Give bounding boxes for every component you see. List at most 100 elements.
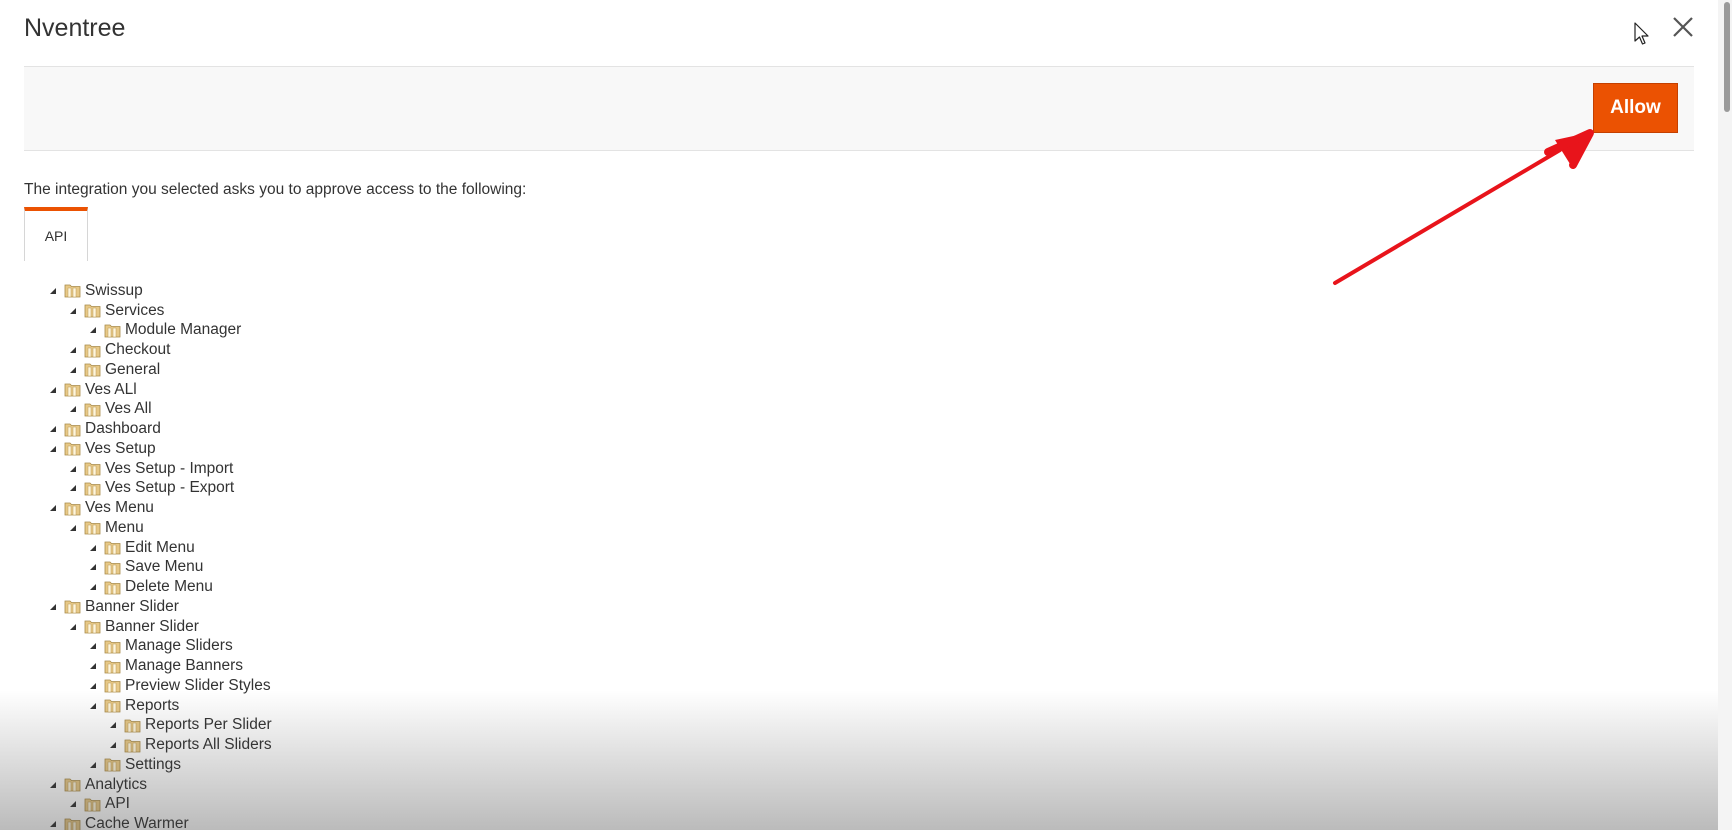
expanded-triangle-icon[interactable] [70, 465, 76, 472]
folder-icon [64, 778, 81, 792]
folder-icon [104, 679, 121, 693]
mouse-pointer-icon [1634, 22, 1649, 45]
folder-icon [84, 403, 101, 417]
tree-node[interactable]: Module Manager [0, 321, 272, 341]
expanded-triangle-icon[interactable] [90, 327, 96, 334]
folder-icon [64, 600, 81, 614]
tree-node[interactable]: Services [0, 301, 272, 321]
tree-node[interactable]: Ves Setup - Import [0, 459, 272, 479]
tree-node[interactable]: Swissup [0, 281, 272, 301]
folder-icon [104, 324, 121, 338]
folder-icon [104, 581, 121, 595]
folder-icon [84, 304, 101, 318]
tree-node[interactable]: Ves ALl [0, 380, 272, 400]
expanded-triangle-icon[interactable] [110, 722, 116, 729]
tree-node[interactable]: Manage Banners [0, 656, 272, 676]
tree-node-label: Analytics [85, 775, 148, 793]
expanded-triangle-icon[interactable] [50, 821, 56, 828]
expanded-triangle-icon[interactable] [90, 544, 96, 551]
folder-icon [104, 660, 121, 674]
tab-api[interactable]: API [24, 207, 88, 261]
folder-icon [64, 442, 81, 456]
folder-icon [84, 344, 101, 358]
folder-icon [84, 462, 101, 476]
tree-node[interactable]: Reports [0, 696, 272, 716]
folder-icon [64, 383, 81, 397]
tree-node[interactable]: Ves Menu [0, 498, 272, 518]
folder-icon [104, 541, 121, 555]
folder-icon [84, 798, 101, 812]
tree-node[interactable]: Ves Setup [0, 439, 272, 459]
tree-node[interactable]: Menu [0, 518, 272, 538]
expanded-triangle-icon[interactable] [50, 386, 56, 393]
tree-node-label: Ves Menu [85, 499, 154, 517]
expanded-triangle-icon[interactable] [70, 347, 76, 354]
expanded-triangle-icon[interactable] [50, 781, 56, 788]
expanded-triangle-icon[interactable] [90, 584, 96, 591]
tree-node-label: Checkout [105, 341, 171, 359]
expanded-triangle-icon[interactable] [70, 485, 76, 492]
tree-node-label: Preview Slider Styles [125, 676, 271, 694]
expanded-triangle-icon[interactable] [70, 801, 76, 808]
folder-icon [124, 719, 141, 733]
expanded-triangle-icon[interactable] [70, 623, 76, 630]
expanded-triangle-icon[interactable] [90, 761, 96, 768]
resource-tree: Swissup Services Module Manager Checkout Gen… [0, 281, 272, 830]
tree-node-label: Manage Sliders [125, 637, 233, 655]
expanded-triangle-icon[interactable] [90, 702, 96, 709]
scrollbar-track[interactable] [1718, 0, 1732, 830]
allow-button[interactable]: Allow [1593, 83, 1678, 133]
expanded-triangle-icon[interactable] [70, 406, 76, 413]
tree-node[interactable]: Ves Setup - Export [0, 479, 272, 499]
tree-node[interactable]: General [0, 360, 272, 380]
tree-node-label: Dashboard [85, 420, 161, 438]
tree-node-label: Delete Menu [125, 578, 213, 596]
tree-node[interactable]: Banner Slider [0, 597, 272, 617]
folder-icon [64, 818, 81, 830]
folder-icon [124, 739, 141, 753]
tree-node[interactable]: Reports Per Slider [0, 716, 272, 736]
folder-icon [84, 521, 101, 535]
folder-icon [104, 758, 121, 772]
tree-node[interactable]: Settings [0, 755, 272, 775]
tree-node[interactable]: Analytics [0, 775, 272, 795]
expanded-triangle-icon[interactable] [50, 505, 56, 512]
folder-icon [64, 423, 81, 437]
expanded-triangle-icon[interactable] [90, 682, 96, 689]
tree-node-label: Services [105, 301, 165, 319]
tree-node[interactable]: Manage Sliders [0, 637, 272, 657]
modal-action-bar [24, 66, 1694, 151]
expanded-triangle-icon[interactable] [50, 445, 56, 452]
tree-node[interactable]: Delete Menu [0, 577, 272, 597]
expanded-triangle-icon[interactable] [50, 426, 56, 433]
expanded-triangle-icon[interactable] [90, 564, 96, 571]
folder-icon [104, 640, 121, 654]
expanded-triangle-icon[interactable] [70, 524, 76, 531]
tree-node[interactable]: Edit Menu [0, 538, 272, 558]
tree-node-label: Banner Slider [85, 597, 179, 615]
tree-node-label: Ves Setup - Export [105, 479, 235, 497]
tree-node[interactable]: Checkout [0, 340, 272, 360]
tree-node[interactable]: Save Menu [0, 558, 272, 578]
tree-node-label: Ves Setup - Import [105, 459, 234, 477]
scrollbar-thumb[interactable] [1724, 2, 1730, 112]
expanded-triangle-icon[interactable] [50, 287, 56, 294]
close-button[interactable] [1668, 12, 1698, 42]
expanded-triangle-icon[interactable] [70, 307, 76, 314]
expanded-triangle-icon[interactable] [50, 603, 56, 610]
tree-node[interactable]: Banner Slider [0, 617, 272, 637]
expanded-triangle-icon[interactable] [90, 663, 96, 670]
folder-icon [64, 502, 81, 516]
tree-node[interactable]: API [0, 795, 272, 815]
tree-node[interactable]: Reports All Sliders [0, 735, 272, 755]
expanded-triangle-icon[interactable] [90, 643, 96, 650]
tree-node[interactable]: Preview Slider Styles [0, 676, 272, 696]
expanded-triangle-icon[interactable] [70, 366, 76, 373]
tree-node[interactable]: Ves All [0, 400, 272, 420]
integration-approval-modal: Nventree Allow The integration you selec… [0, 0, 1732, 830]
expanded-triangle-icon[interactable] [110, 742, 116, 749]
tree-node[interactable]: Cache Warmer [0, 814, 272, 830]
folder-icon [64, 284, 81, 298]
tree-node[interactable]: Dashboard [0, 419, 272, 439]
tree-node-label: Banner Slider [105, 617, 199, 635]
